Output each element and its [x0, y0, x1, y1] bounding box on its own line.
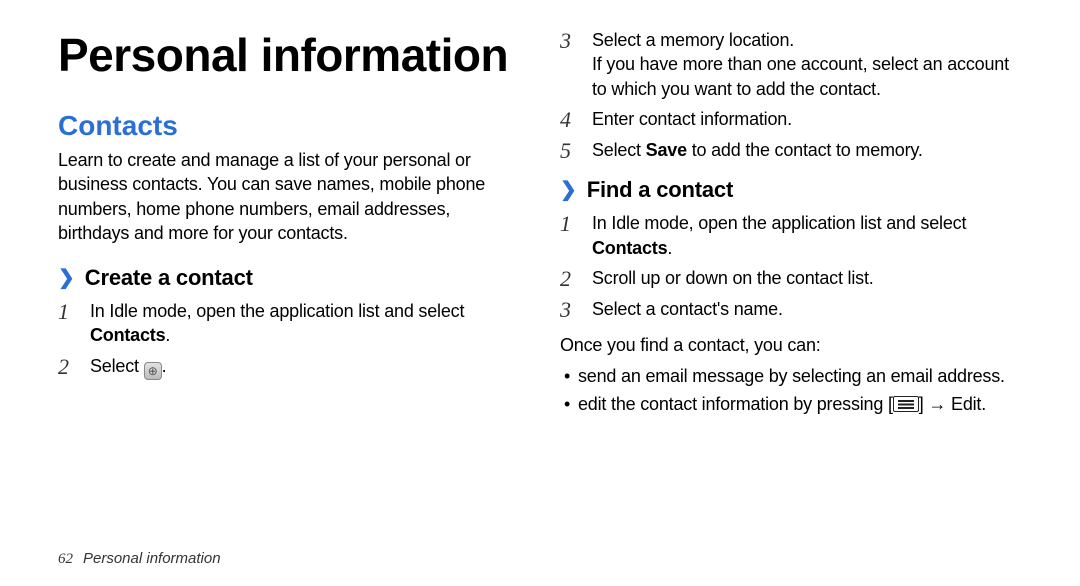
step-number: 1 — [58, 299, 78, 324]
bullet-edit: edit the contact information by pressing… — [562, 391, 1022, 417]
step-text: Enter contact information. — [592, 107, 1022, 131]
create-step-2: 2 Select ⊕. — [58, 354, 520, 380]
text: Select — [90, 356, 144, 376]
menu-icon — [893, 396, 919, 412]
text: In Idle mode, open the application list … — [90, 301, 464, 321]
step-number: 2 — [560, 266, 580, 291]
subsection-heading: Create a contact — [85, 265, 253, 291]
subsection-find-contact: ❯ Find a contact — [560, 177, 1022, 203]
create-step-5: 5 Select Save to add the contact to memo… — [560, 138, 1022, 163]
bold-text: Contacts — [592, 238, 667, 258]
step-text: In Idle mode, open the application list … — [90, 299, 520, 348]
left-column: Personal information Contacts Learn to c… — [58, 28, 520, 568]
find-step-3: 3 Select a contact's name. — [560, 297, 1022, 322]
text: to add the contact to memory. — [687, 140, 923, 160]
text: Select — [592, 140, 646, 160]
after-find-text: Once you find a contact, you can: — [560, 333, 1022, 357]
page-footer: 62 Personal information — [58, 550, 221, 568]
step-text: In Idle mode, open the application list … — [592, 211, 1022, 260]
bold-text: Edit — [951, 394, 981, 414]
chevron-right-icon: ❯ — [560, 180, 577, 200]
text: Select a memory location. — [592, 30, 794, 50]
add-icon: ⊕ — [144, 362, 162, 380]
subsection-heading: Find a contact — [587, 177, 733, 203]
create-step-4: 4 Enter contact information. — [560, 107, 1022, 132]
text: In Idle mode, open the application list … — [592, 213, 966, 233]
step-number: 4 — [560, 107, 580, 132]
text: . — [165, 325, 170, 345]
two-column-layout: Personal information Contacts Learn to c… — [58, 28, 1022, 568]
bullet-email: send an email message by selecting an em… — [562, 363, 1022, 389]
step-number: 3 — [560, 297, 580, 322]
step-number: 5 — [560, 138, 580, 163]
step-text: Select a contact's name. — [592, 297, 1022, 321]
section-heading-contacts: Contacts — [58, 110, 520, 142]
contacts-intro: Learn to create and manage a list of you… — [58, 148, 520, 245]
create-step-3: 3 Select a memory location. If you have … — [560, 28, 1022, 101]
find-step-2: 2 Scroll up or down on the contact list. — [560, 266, 1022, 291]
chevron-right-icon: ❯ — [58, 268, 75, 288]
text: ] — [919, 394, 929, 414]
page-title: Personal information — [58, 28, 520, 82]
subsection-create-contact: ❯ Create a contact — [58, 265, 520, 291]
footer-label: Personal information — [83, 550, 221, 567]
text: If you have more than one account, selec… — [592, 54, 1009, 98]
step-number: 1 — [560, 211, 580, 236]
step-text: Select Save to add the contact to memory… — [592, 138, 1022, 162]
bold-text: Contacts — [90, 325, 165, 345]
text: . — [981, 394, 986, 414]
action-bullets: send an email message by selecting an em… — [560, 363, 1022, 417]
text: edit the contact information by pressing… — [578, 394, 893, 414]
step-text: Select a memory location. If you have mo… — [592, 28, 1022, 101]
step-text: Scroll up or down on the contact list. — [592, 266, 1022, 290]
text: . — [667, 238, 672, 258]
right-column: 3 Select a memory location. If you have … — [560, 28, 1022, 568]
text: . — [162, 356, 167, 376]
bold-text: Save — [646, 140, 687, 160]
page-number: 62 — [58, 551, 73, 568]
step-number: 2 — [58, 354, 78, 379]
step-text: Select ⊕. — [90, 354, 520, 380]
find-step-1: 1 In Idle mode, open the application lis… — [560, 211, 1022, 260]
step-number: 3 — [560, 28, 580, 53]
create-step-1: 1 In Idle mode, open the application lis… — [58, 299, 520, 348]
arrow-icon: → — [928, 394, 946, 414]
manual-page: Personal information Contacts Learn to c… — [0, 0, 1080, 586]
